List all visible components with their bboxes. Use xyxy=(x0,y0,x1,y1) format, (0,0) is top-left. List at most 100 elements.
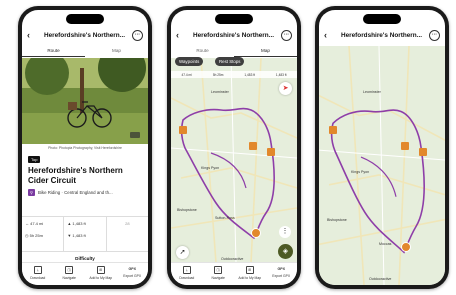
tab-bar: Route Map xyxy=(22,45,148,57)
bottom-toolbar: ⤓ Download ◳ Navigate ⊞ Add to My Map GPX Ex… xyxy=(22,262,148,285)
cider-marker-icon[interactable] xyxy=(179,126,187,134)
strip-up: 1,483 ft xyxy=(244,72,255,77)
more-icon[interactable]: ··· xyxy=(281,29,292,41)
dynamic-island xyxy=(66,14,104,24)
tab-map[interactable]: Map xyxy=(234,45,297,57)
strip-distance: 47.4 mi xyxy=(181,72,192,77)
header: ‹ Herefordshire's Northern... ··· xyxy=(171,27,297,43)
place-bishopstone: Bishopstone xyxy=(177,208,197,212)
download-button[interactable]: ⤓ Download xyxy=(22,263,54,285)
page-title: Herefordshire's Northern... xyxy=(340,31,423,39)
place-bishopstone: Bishopstone xyxy=(327,218,347,222)
start-marker-icon[interactable] xyxy=(251,228,261,238)
place-sutton: Sutton-Ross xyxy=(215,216,235,220)
descent-value: 1,483 ft xyxy=(72,233,86,238)
place-kings-pyon: Kings Pyon xyxy=(351,170,370,174)
page-title: Herefordshire's Northern... xyxy=(43,31,126,39)
phone-route-view: ‹ Herefordshire's Northern... ··· Route … xyxy=(18,6,152,289)
gpx-icon: GPX xyxy=(128,267,137,271)
waypoints-chip[interactable]: Waypoints xyxy=(175,57,204,66)
cider-marker-icon[interactable] xyxy=(329,126,337,134)
header: ‹ Herefordshire's Northern... ··· xyxy=(22,27,148,43)
more-map-options-icon[interactable]: ⋮ xyxy=(279,226,291,238)
compass-icon[interactable]: ➤ xyxy=(279,82,292,95)
download-label: Download xyxy=(30,276,46,280)
strip-down: 1,483 ft xyxy=(275,72,287,77)
more-icon[interactable]: ··· xyxy=(132,29,143,41)
photo-caption: Photo: Photopia Photography, Visit Heref… xyxy=(48,146,122,150)
map-stat-strip: 47.4 mi 5h 25m 1,483 ft 1,483 ft xyxy=(171,71,297,78)
map-attribution: Outdooractive xyxy=(221,257,244,261)
category-row: ⚲ Bike Riding · Central England and th..… xyxy=(28,189,144,196)
rest-stops-chip[interactable]: Rest Stops xyxy=(215,57,245,66)
export-gpx-label: Export GPX xyxy=(123,274,142,278)
add-to-map-label: Add to My Map xyxy=(238,276,262,280)
dynamic-island xyxy=(215,14,253,24)
export-gpx-label: Export GPX xyxy=(272,274,291,278)
tab-bar: Route Map xyxy=(171,45,297,57)
place-leominster: Leominster xyxy=(363,90,381,94)
route-photo xyxy=(22,58,148,144)
back-arrow-icon[interactable]: ‹ xyxy=(176,30,186,40)
export-gpx-button[interactable]: GPX Export GPX xyxy=(117,263,149,285)
cider-marker-icon[interactable] xyxy=(267,148,275,156)
cider-marker-icon[interactable] xyxy=(401,142,409,150)
stats-col-2: ▲ 1,483 ft ▼ 1,483 ft xyxy=(64,217,107,251)
add-map-icon: ⊞ xyxy=(245,266,254,274)
map-attribution: Outdooractive xyxy=(369,277,392,281)
bottom-toolbar: ⤓ Download ◳ Navigate ⊞ Add to My Map GPX Ex… xyxy=(171,262,297,285)
screen: ‹ Herefordshire's Northern... ··· Leomin… xyxy=(319,10,445,285)
extra-stat-value: 28 xyxy=(125,221,130,226)
add-to-map-button[interactable]: ⊞ Add to My Map xyxy=(85,263,117,285)
place-leominster: Leominster xyxy=(211,90,229,94)
navigate-icon: ◳ xyxy=(214,266,223,274)
back-arrow-icon[interactable]: ‹ xyxy=(27,30,37,40)
download-button[interactable]: ⤓ Download xyxy=(171,263,203,285)
phone-fullscreen-map: ‹ Herefordshire's Northern... ··· Leomin… xyxy=(315,6,449,289)
tab-route[interactable]: Route xyxy=(22,45,85,57)
dynamic-island xyxy=(363,14,401,24)
header: ‹ Herefordshire's Northern... ··· xyxy=(319,27,445,43)
cider-marker-icon[interactable] xyxy=(419,148,427,156)
cider-marker-icon[interactable] xyxy=(249,142,257,150)
route-map xyxy=(319,46,445,285)
strip-time: 5h 25m xyxy=(212,72,224,77)
screen: ‹ Herefordshire's Northern... ··· Route … xyxy=(171,10,297,285)
locate-me-icon[interactable]: ➚ xyxy=(176,246,189,259)
navigate-button[interactable]: ◳ Navigate xyxy=(54,263,86,285)
bike-icon: ⚲ xyxy=(28,189,35,196)
page-title: Herefordshire's Northern... xyxy=(192,31,275,39)
navigate-button[interactable]: ◳ Navigate xyxy=(203,263,235,285)
place-moccas: Moccas xyxy=(379,242,392,246)
map-area[interactable]: Leominster Kings Pyon Bishopstone Moccas… xyxy=(319,46,445,285)
navigate-label: Navigate xyxy=(211,276,225,280)
stats-col-1: ↔ 47.4 mi ◷ 5h 25m xyxy=(22,217,65,251)
stats-grid: ↔ 47.4 mi ◷ 5h 25m ▲ 1,483 ft ▼ 1,483 ft… xyxy=(22,216,148,252)
difficulty-label: Difficulty xyxy=(75,256,95,261)
more-icon[interactable]: ··· xyxy=(429,29,440,41)
screen: ‹ Herefordshire's Northern... ··· Route … xyxy=(22,10,148,285)
stats-col-3: 28 xyxy=(107,217,148,251)
map-area[interactable]: Waypoints Rest Stops 47.4 mi 5h 25m 1,48… xyxy=(171,57,297,263)
duration-value: 5h 25m xyxy=(29,233,43,238)
phone-map-view: ‹ Herefordshire's Northern... ··· Route … xyxy=(167,6,301,289)
gpx-icon: GPX xyxy=(277,267,286,271)
tab-map[interactable]: Map xyxy=(85,45,148,57)
navigate-icon: ◳ xyxy=(65,266,74,274)
back-arrow-icon[interactable]: ‹ xyxy=(324,30,334,40)
layers-icon[interactable]: ◈ xyxy=(278,244,293,259)
category-text: Bike Riding · Central England and th... xyxy=(38,190,113,195)
tab-route[interactable]: Route xyxy=(171,45,234,57)
download-label: Download xyxy=(179,276,195,280)
navigate-label: Navigate xyxy=(62,276,76,280)
download-icon: ⤓ xyxy=(33,266,42,274)
distance-value: 47.4 mi xyxy=(30,221,44,226)
export-gpx-button[interactable]: GPX Export GPX xyxy=(266,263,298,285)
add-map-icon: ⊞ xyxy=(96,266,105,274)
download-icon: ⤓ xyxy=(182,266,191,274)
bicycle-photo-image xyxy=(22,58,148,144)
top-badge: Top xyxy=(28,156,41,163)
add-to-map-button[interactable]: ⊞ Add to My Map xyxy=(234,263,266,285)
start-marker-icon[interactable] xyxy=(401,242,411,252)
add-to-map-label: Add to My Map xyxy=(89,276,113,280)
